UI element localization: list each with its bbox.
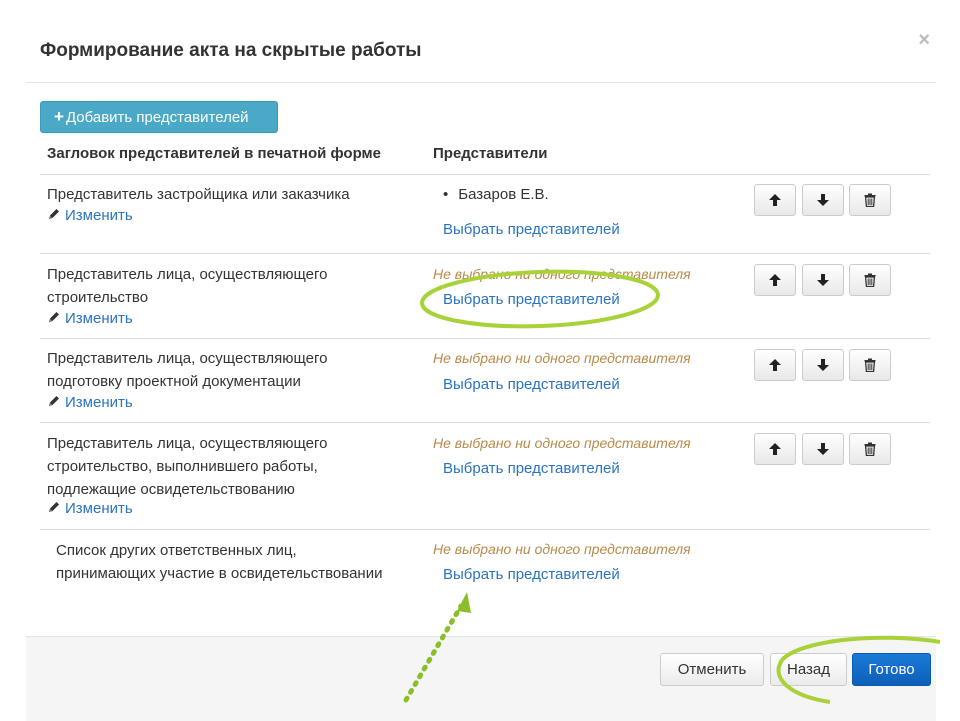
table-divider <box>40 338 930 339</box>
edit-link[interactable]: Изменить <box>47 207 133 224</box>
pencil-icon <box>49 502 59 512</box>
trash-icon <box>864 193 876 207</box>
delete-button[interactable] <box>849 264 891 296</box>
move-down-button[interactable] <box>802 264 844 296</box>
choose-representatives-link[interactable]: Выбрать представителей <box>443 460 620 477</box>
pencil-icon <box>49 396 59 406</box>
choose-representatives-link[interactable]: Выбрать представителей <box>443 566 620 583</box>
row-title: Представитель лица, осуществляющего подг… <box>47 350 328 390</box>
trash-icon <box>864 442 876 456</box>
arrow-down-icon <box>817 443 829 455</box>
delete-button[interactable] <box>849 349 891 381</box>
close-icon[interactable]: × <box>918 30 930 50</box>
add-representatives-label: Добавить представителей <box>65 109 249 126</box>
delete-button[interactable] <box>849 184 891 216</box>
dialog-header: Формирование акта на скрытые работы × <box>26 0 936 83</box>
no-representatives-text: Не выбрано ни одного представителя <box>433 350 691 366</box>
move-down-button[interactable] <box>802 184 844 216</box>
plus-icon: + <box>54 107 64 126</box>
representative-item: • Базаров Е.В. <box>443 186 549 203</box>
arrow-head <box>457 592 471 613</box>
row-title: Представитель лица, осуществляющего стро… <box>47 266 328 306</box>
table-divider <box>40 174 930 175</box>
edit-link[interactable]: Изменить <box>47 310 133 327</box>
delete-button[interactable] <box>849 433 891 465</box>
edit-link[interactable]: Изменить <box>47 394 133 411</box>
column-header-representatives: Представители <box>433 145 548 162</box>
pencil-icon <box>49 209 59 219</box>
done-button[interactable]: Готово <box>852 653 931 686</box>
cancel-button[interactable]: Отменить <box>660 653 764 686</box>
arrow-down-icon <box>817 194 829 206</box>
row-title: Представитель застройщика или заказчика <box>47 186 350 203</box>
arrow-down-icon <box>817 359 829 371</box>
arrow-up-icon <box>769 359 781 371</box>
arrow-up-icon <box>769 194 781 206</box>
edit-link[interactable]: Изменить <box>47 500 133 517</box>
choose-representatives-link[interactable]: Выбрать представителей <box>443 291 620 308</box>
arrow-up-icon <box>769 443 781 455</box>
no-representatives-text: Не выбрано ни одного представителя <box>433 266 691 282</box>
arrow-down-icon <box>817 274 829 286</box>
table-divider <box>40 529 930 530</box>
no-representatives-text: Не выбрано ни одного представителя <box>433 541 691 557</box>
trash-icon <box>864 358 876 372</box>
move-up-button[interactable] <box>754 433 796 465</box>
table-divider <box>40 253 930 254</box>
move-down-button[interactable] <box>802 433 844 465</box>
move-up-button[interactable] <box>754 264 796 296</box>
move-down-button[interactable] <box>802 349 844 381</box>
row-title: Представитель лица, осуществляющего стро… <box>47 435 328 498</box>
arrow-up-icon <box>769 274 781 286</box>
column-header-title: Загловок представителей в печатной форме <box>47 145 381 162</box>
row-title: Список других ответственных лиц, принима… <box>56 542 383 582</box>
pencil-icon <box>49 312 59 322</box>
back-button[interactable]: Назад <box>770 653 847 686</box>
move-up-button[interactable] <box>754 349 796 381</box>
move-up-button[interactable] <box>754 184 796 216</box>
table-divider <box>40 422 930 423</box>
no-representatives-text: Не выбрано ни одного представителя <box>433 435 691 451</box>
choose-representatives-link[interactable]: Выбрать представителей <box>443 376 620 393</box>
add-representatives-button[interactable]: + Добавить представителей <box>40 101 278 133</box>
dialog-title: Формирование акта на скрытые работы <box>40 40 422 61</box>
trash-icon <box>864 273 876 287</box>
act-dialog: Формирование акта на скрытые работы × + Д… <box>0 0 960 721</box>
choose-representatives-link[interactable]: Выбрать представителей <box>443 221 620 238</box>
